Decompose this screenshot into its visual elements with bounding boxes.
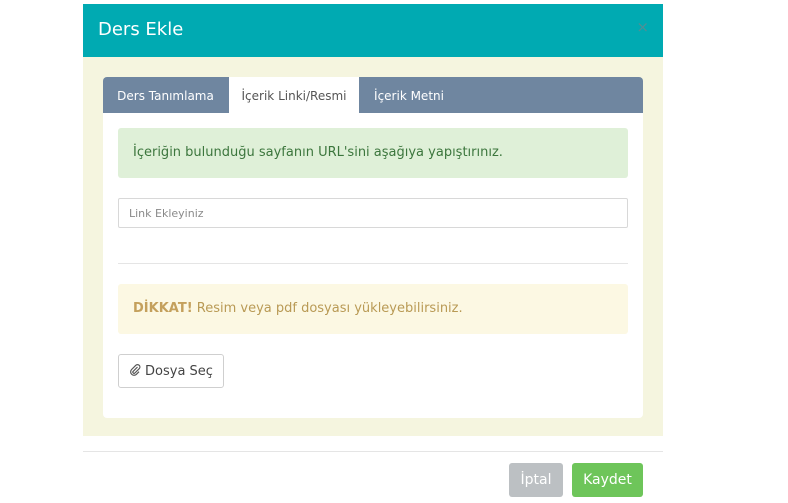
modal-title: Ders Ekle xyxy=(98,19,184,40)
warning-label: DİKKAT! xyxy=(133,301,193,316)
warning-alert: DİKKAT! Resim veya pdf dosyası yükleyebi… xyxy=(118,284,628,334)
tab-lesson-definition[interactable]: Ders Tanımlama xyxy=(103,77,228,113)
warning-text: Resim veya pdf dosyası yükleyebilirsiniz… xyxy=(192,301,463,316)
divider xyxy=(118,263,628,264)
choose-file-label: Dosya Seç xyxy=(145,363,213,379)
tab-content-text[interactable]: İçerik Metni xyxy=(359,77,459,113)
info-alert: İçeriğin bulunduğu sayfanın URL'sini aşa… xyxy=(118,128,628,178)
link-input[interactable] xyxy=(118,198,628,228)
choose-file-button[interactable]: Dosya Seç xyxy=(118,354,224,388)
paperclip-icon xyxy=(129,363,141,380)
tab-panel: İçeriğin bulunduğu sayfanın URL'sini aşa… xyxy=(103,113,643,418)
footer-divider xyxy=(83,451,663,452)
tab-bar: Ders Tanımlama İçerik Linki/Resmi İçerik… xyxy=(103,77,643,113)
modal-header: Ders Ekle × xyxy=(83,4,663,57)
add-lesson-modal: Ders Ekle × Ders Tanımlama İçerik Linki/… xyxy=(83,4,663,503)
save-button[interactable]: Kaydet xyxy=(572,463,643,497)
cancel-button[interactable]: İptal xyxy=(509,463,563,497)
modal-body: Ders Tanımlama İçerik Linki/Resmi İçerik… xyxy=(83,57,663,436)
close-icon[interactable]: × xyxy=(636,18,649,36)
tab-content-link[interactable]: İçerik Linki/Resmi xyxy=(229,77,359,113)
